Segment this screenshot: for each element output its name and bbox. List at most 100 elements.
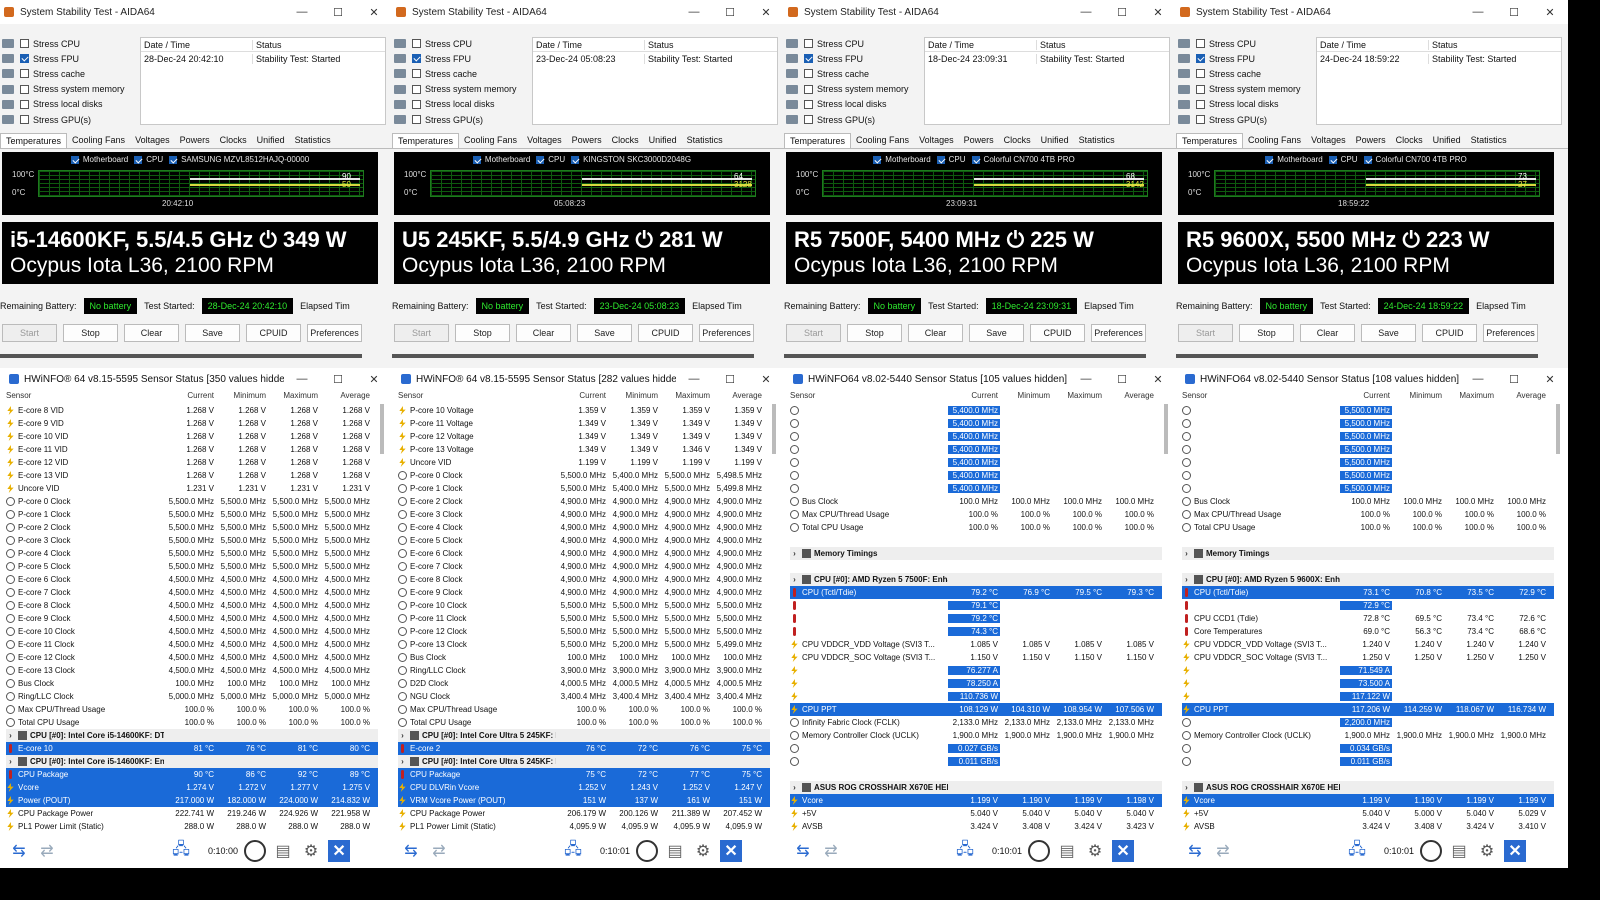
legend-checkbox[interactable] xyxy=(169,155,178,164)
sensor-row[interactable]: P-core 2 Clock 5,500.0 MHz 5,500.0 MHz 5,50… xyxy=(6,521,378,534)
vertical-scrollbar[interactable] xyxy=(772,404,776,454)
stress-checkbox[interactable] xyxy=(20,39,29,49)
tab-cooling-fans[interactable]: Cooling Fans xyxy=(1243,133,1306,148)
sensor-row[interactable]: Core 0 Clock (perf #1/1) 5,400.0 MHz 5,400… xyxy=(790,417,1162,430)
sensor-row[interactable]: Total CPU Usage 100.0 % 100.0 % 100.0 % 100.… xyxy=(1182,521,1554,534)
tab-voltages[interactable]: Voltages xyxy=(522,133,567,148)
legend-item[interactable]: SAMSUNG MZVL8512HAJQ-00000 xyxy=(169,155,309,164)
sensor-row[interactable]: E-core 12 Clock 4,500.0 MHz 4,500.0 MHz 4,5… xyxy=(6,651,378,664)
maximize-icon[interactable]: ☐ xyxy=(712,373,748,386)
legend-checkbox[interactable] xyxy=(134,155,143,164)
column-header-average[interactable]: Average xyxy=(1104,391,1156,403)
sensor-row[interactable]: CPU CCD1 (Tdie) 79.2 °C 77.8 °C 80.5 °C 79.2… xyxy=(790,612,1162,625)
sensor-row[interactable]: CPU VDDCR_VDD Voltage (SVI3 T... 1.085 V 1… xyxy=(790,638,1162,651)
stress-option[interactable]: Stress local disks xyxy=(394,97,530,112)
cpuid-button[interactable]: CPUID xyxy=(246,324,301,342)
legend-item[interactable]: CPU xyxy=(134,155,163,164)
sensor-row[interactable]: P-core 11 Voltage 1.349 V 1.349 V 1.349 V 1.… xyxy=(398,417,770,430)
legend-item[interactable]: CPU xyxy=(536,155,565,164)
sensor-row[interactable]: Core Temperatures 74.3 °C 59.6 °C 79.2 °C 74… xyxy=(790,625,1162,638)
legend-item[interactable]: Motherboard xyxy=(70,155,128,164)
sensor-row[interactable]: › CPU [#0]: Intel Core i5-14600KF: Enhanc… xyxy=(6,755,378,768)
legend-item[interactable]: Colorful CN700 4TB PRO xyxy=(971,155,1075,164)
sensor-row[interactable]: CPU Package Power 206.179 W 200.126 W 211.3… xyxy=(398,807,770,820)
legend-item[interactable]: CPU xyxy=(1328,155,1358,164)
column-header-sensor[interactable]: Sensor xyxy=(6,391,164,403)
stress-checkbox[interactable] xyxy=(1196,99,1205,109)
stress-option[interactable]: Stress FPU xyxy=(394,51,530,66)
sensor-row[interactable]: › Memory Timings xyxy=(1182,547,1554,560)
sensor-row[interactable]: Bus Clock 100.0 MHz 100.0 MHz 100.0 MHz 100.… xyxy=(398,651,770,664)
sensor-row[interactable]: E-core 2 76 °C 72 °C 76 °C 75 °C xyxy=(398,742,770,755)
sensor-row[interactable]: E-core 8 Clock 4,500.0 MHz 4,500.0 MHz 4,50… xyxy=(6,599,378,612)
legend-checkbox[interactable] xyxy=(873,155,882,164)
tab-clocks[interactable]: Clocks xyxy=(215,133,252,148)
stress-option[interactable]: Stress local disks xyxy=(786,97,922,112)
navigate-arrows-icon[interactable]: ⇆ xyxy=(8,840,30,862)
sensor-row[interactable]: E-core 3 Clock 4,900.0 MHz 4,900.0 MHz 4,90… xyxy=(398,508,770,521)
minimize-icon[interactable]: — xyxy=(1460,373,1496,386)
sensor-row[interactable]: P-core 10 Voltage 1.359 V 1.359 V 1.359 V 1.… xyxy=(398,404,770,417)
sensor-row[interactable]: CPU VDDCR_VDD Voltage (SVI3 T... 1.240 V 1… xyxy=(1182,638,1554,651)
sensor-row[interactable]: Core 0 Clock (perf #1) 5,500.0 MHz 5,500.0… xyxy=(1182,417,1554,430)
log-file-icon[interactable]: ▤ xyxy=(1056,840,1078,862)
stress-option[interactable]: Stress CPU xyxy=(394,36,530,51)
stress-checkbox[interactable] xyxy=(20,99,29,109)
settings-icon[interactable]: ⚙ xyxy=(692,840,714,862)
sensor-row[interactable]: Max CPU/Thread Usage 100.0 % 100.0 % 100.0 … xyxy=(398,703,770,716)
legend-checkbox[interactable] xyxy=(1363,155,1372,164)
stress-option[interactable]: Stress GPU(s) xyxy=(786,112,922,127)
sensor-row[interactable]: P-core 11 Clock 5,500.0 MHz 5,500.0 MHz 5,5… xyxy=(398,612,770,625)
stress-checkbox[interactable] xyxy=(1196,69,1205,79)
network-sensors-icon[interactable]: 🖧 xyxy=(170,840,192,862)
vertical-scrollbar[interactable] xyxy=(1556,404,1560,454)
sensor-row[interactable]: CPU (Tctl/Tdie) 73.1 °C 70.8 °C 73.5 °C 72.9… xyxy=(1182,586,1554,599)
legend-checkbox[interactable] xyxy=(571,155,580,164)
sensor-row[interactable]: Max CPU/Thread Usage 100.0 % 100.0 % 100.0 … xyxy=(6,703,378,716)
sensor-row[interactable]: E-core 13 VID 1.268 V 1.268 V 1.268 V 1.268 … xyxy=(6,469,378,482)
stress-option[interactable]: Stress GPU(s) xyxy=(2,112,138,127)
horizontal-scrollbar[interactable] xyxy=(0,354,362,358)
sensor-row[interactable]: P-core 3 Clock 5,500.0 MHz 5,500.0 MHz 5,50… xyxy=(6,534,378,547)
stress-checkbox[interactable] xyxy=(20,69,29,79)
sensor-row[interactable]: Uncore VID 1.231 V 1.231 V 1.231 V 1.231 V xyxy=(6,482,378,495)
sensor-row[interactable]: E-core 6 Clock 4,900.0 MHz 4,900.0 MHz 4,90… xyxy=(398,547,770,560)
legend-checkbox[interactable] xyxy=(536,155,545,164)
sensor-row[interactable]: CPU Die (average) 72.9 °C 71.0 °C 73.4 °C 72… xyxy=(1182,599,1554,612)
save-button[interactable]: Save xyxy=(969,324,1024,342)
sensor-row[interactable]: +5V 5.040 V 5.040 V 5.040 V 5.040 V xyxy=(790,807,1162,820)
clock-icon[interactable] xyxy=(636,840,659,862)
tab-cooling-fans[interactable]: Cooling Fans xyxy=(851,133,914,148)
sensor-row[interactable]: E-core 10 VID 1.268 V 1.268 V 1.268 V 1.268 … xyxy=(6,430,378,443)
close-icon[interactable]: ✕ xyxy=(1140,6,1176,19)
sensor-row[interactable]: P-core 0 Clock 5,500.0 MHz 5,400.0 MHz 5,50… xyxy=(398,469,770,482)
minimize-icon[interactable]: — xyxy=(676,373,712,386)
vertical-scrollbar[interactable] xyxy=(380,404,384,454)
maximize-icon[interactable]: ☐ xyxy=(1104,6,1140,19)
stress-checkbox[interactable] xyxy=(1196,115,1205,125)
sensor-row[interactable]: Memory Controller Clock (UCLK) 1,900.0 MH… xyxy=(790,729,1162,742)
tab-clocks[interactable]: Clocks xyxy=(1391,133,1428,148)
sensor-row[interactable]: P-core 13 Clock 5,500.0 MHz 5,200.0 MHz 5,5… xyxy=(398,638,770,651)
sensor-row[interactable]: CPU EDC 78.250 A 76.500 A 78.500 A 77.563 A xyxy=(790,677,1162,690)
stress-option[interactable]: Stress system memory xyxy=(2,82,138,97)
tab-unified[interactable]: Unified xyxy=(644,133,682,148)
maximize-icon[interactable]: ☐ xyxy=(1496,6,1532,19)
save-button[interactable]: Save xyxy=(1361,324,1416,342)
column-header-current[interactable]: Current xyxy=(164,391,216,403)
start-button[interactable]: Start xyxy=(394,324,449,342)
tab-voltages[interactable]: Voltages xyxy=(130,133,175,148)
maximize-icon[interactable]: ☐ xyxy=(320,373,356,386)
stress-option[interactable]: Stress cache xyxy=(1178,66,1314,81)
maximize-icon[interactable]: ☐ xyxy=(1104,373,1140,386)
sensor-row[interactable] xyxy=(1182,534,1554,547)
column-header-average[interactable]: Average xyxy=(1496,391,1548,403)
column-header-current[interactable]: Current xyxy=(556,391,608,403)
start-button[interactable]: Start xyxy=(2,324,57,342)
legend-checkbox[interactable] xyxy=(936,155,945,164)
sensor-row[interactable]: NGU Clock 3,400.4 MHz 3,400.4 MHz 3,400.4 M… xyxy=(398,690,770,703)
expand-icon[interactable]: › xyxy=(398,757,407,766)
horizontal-scrollbar[interactable] xyxy=(1176,354,1538,358)
close-sensors-icon[interactable]: ✕ xyxy=(1504,840,1527,862)
sensor-row[interactable]: Infinity Fabric Clock (FCLK) 2,200.0 MHz 2… xyxy=(1182,716,1554,729)
